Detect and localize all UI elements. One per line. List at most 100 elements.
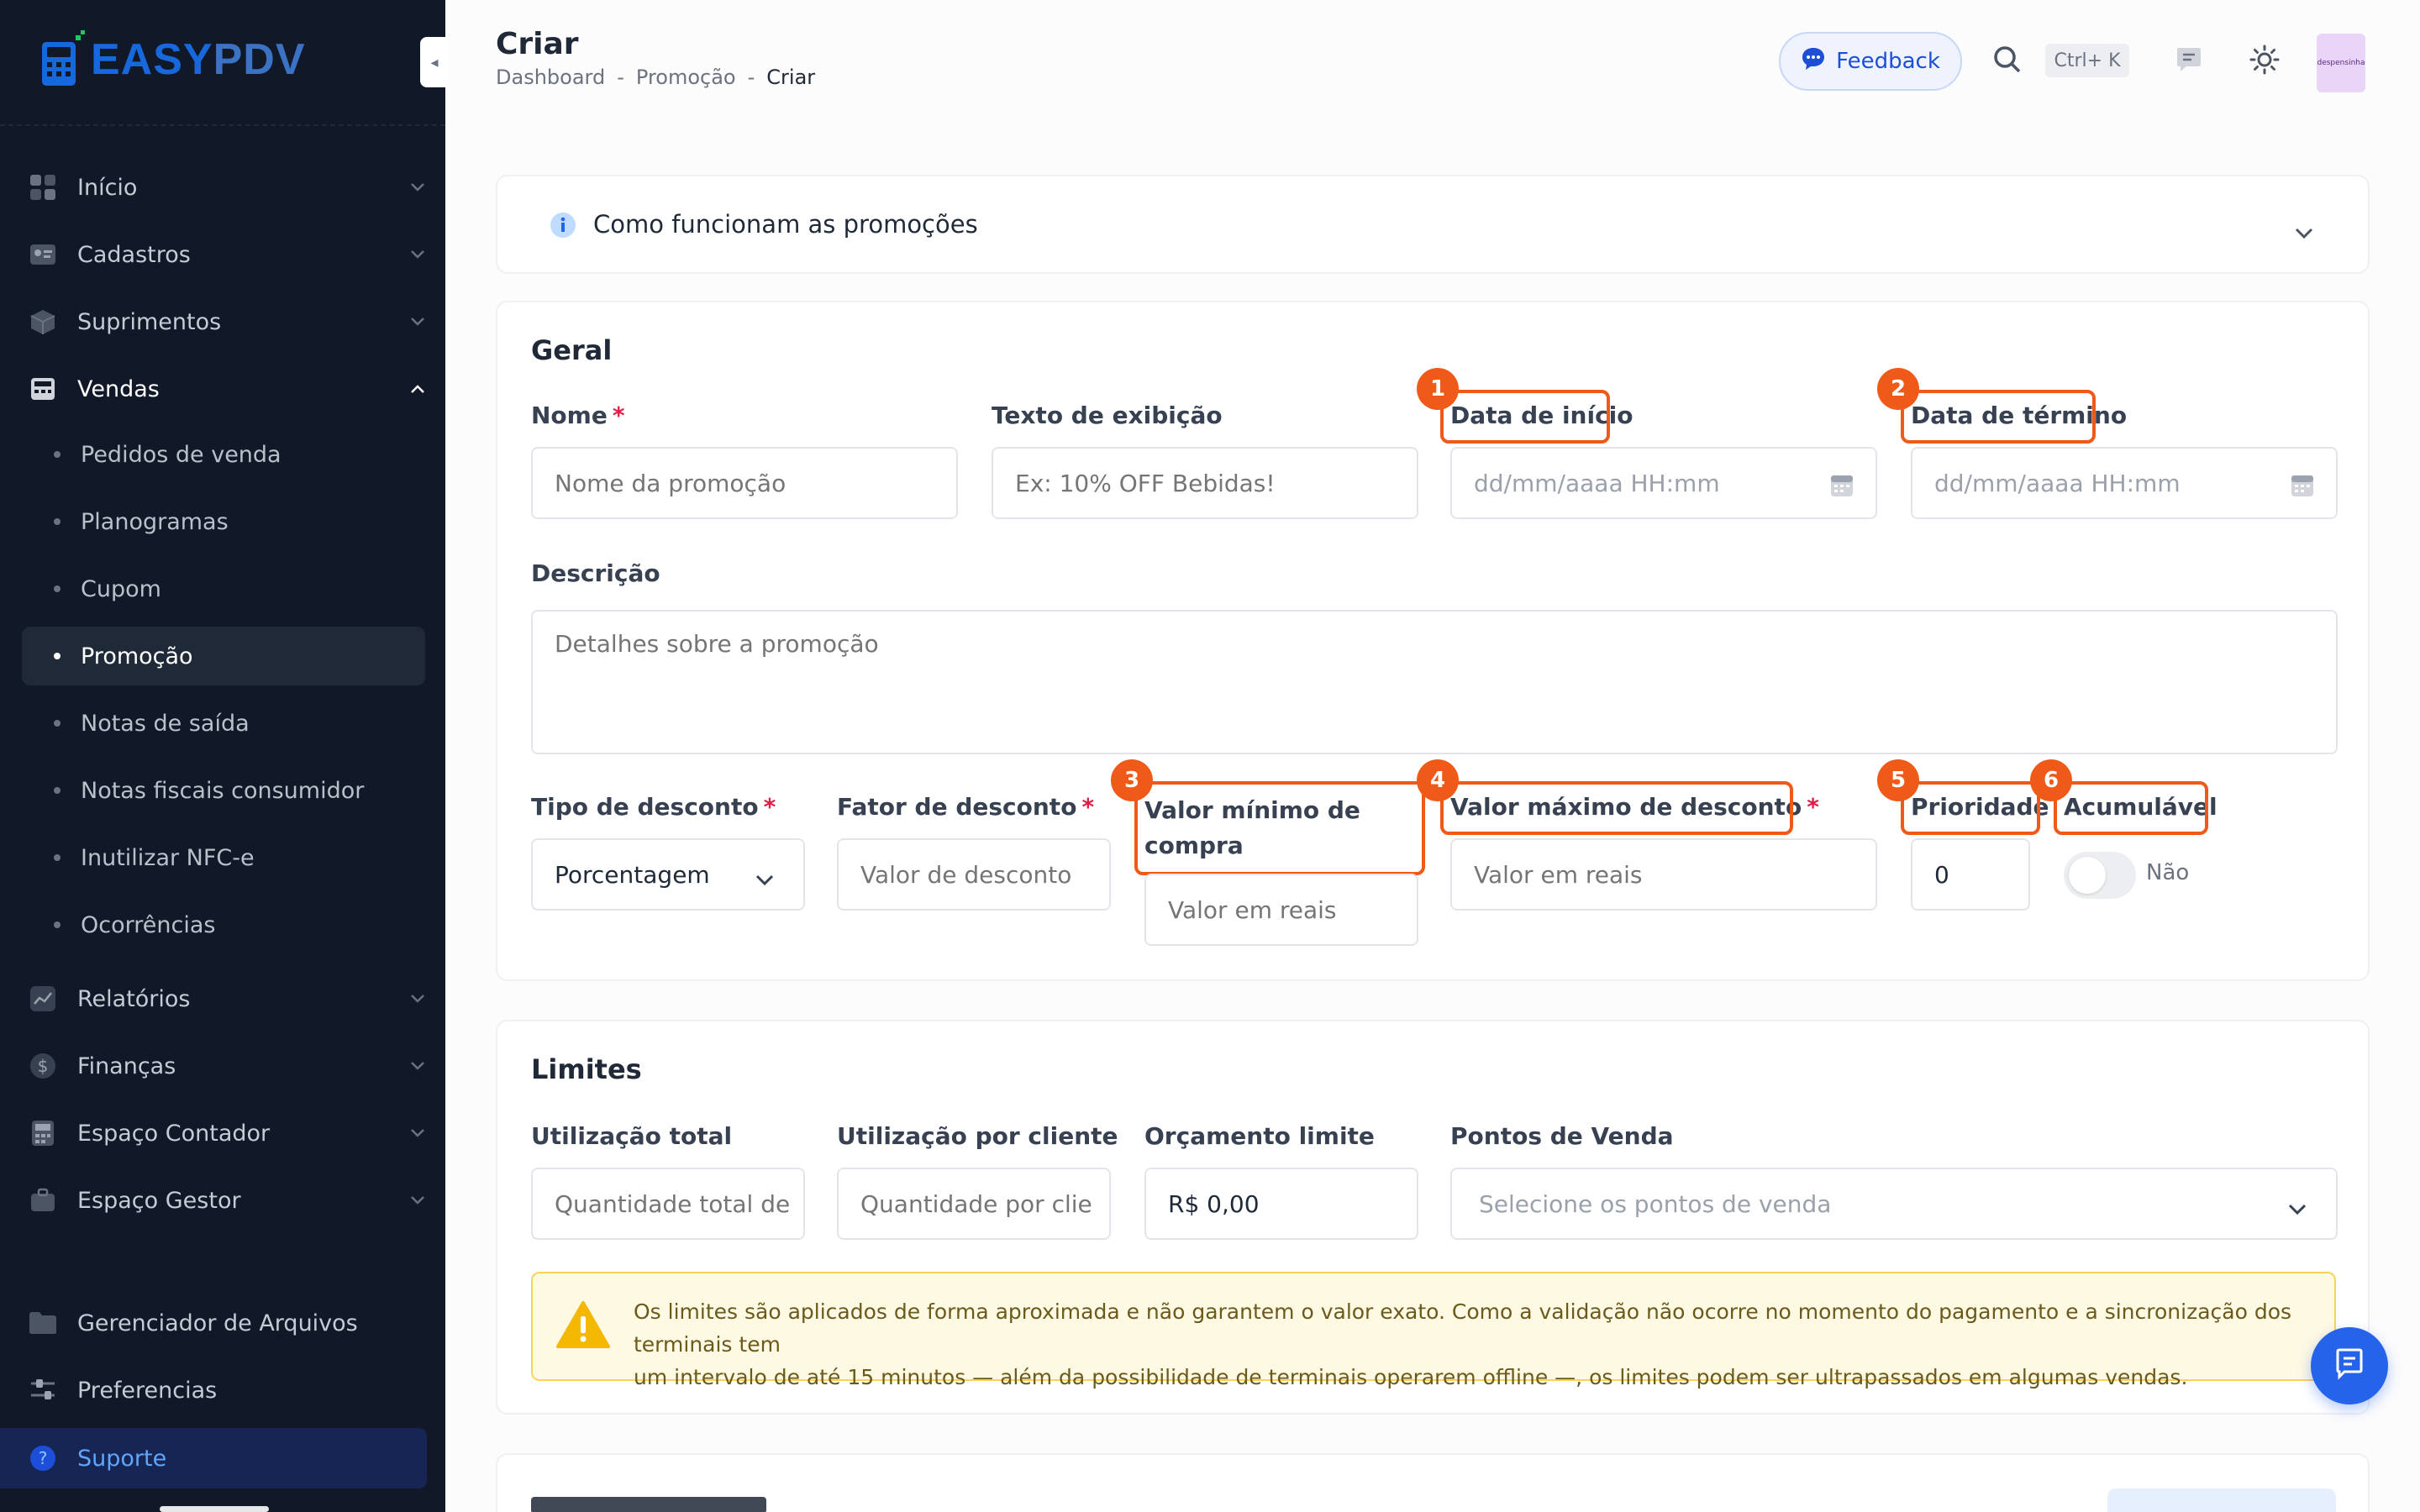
utilizacao-cliente-input[interactable] xyxy=(837,1168,1111,1240)
data-termino-input[interactable]: dd/mm/aaaa HH:mm xyxy=(1911,447,2338,519)
tipo-desconto-label: Tipo de desconto * xyxy=(531,793,776,821)
avatar[interactable]: despensinha xyxy=(2317,34,2365,92)
sidebar-subitem-label: Pedidos de venda xyxy=(81,441,281,468)
sidebar-item-label: Preferencias xyxy=(77,1377,218,1404)
breadcrumb-separator: - xyxy=(747,66,755,89)
annotation-highlight-6 xyxy=(2054,781,2208,835)
sidebar-item-preferencias[interactable]: Preferencias xyxy=(22,1361,425,1420)
chevron-up-icon xyxy=(410,381,425,396)
fator-desconto-label-text: Fator de desconto xyxy=(837,793,1077,821)
brand-easy: EASY xyxy=(91,35,213,84)
info-title: Como funcionam as promoções xyxy=(593,210,978,239)
bullet-icon xyxy=(54,921,60,928)
sliders-icon xyxy=(29,1376,57,1404)
sidebar-item-label: Vendas xyxy=(77,375,160,402)
sidebar-subitem-label: Inutilizar NFC-e xyxy=(81,844,255,871)
sidebar-item-arquivos[interactable]: Gerenciador de Arquivos xyxy=(22,1294,425,1352)
orcamento-limite-input[interactable]: R$ 0,00 xyxy=(1144,1168,1418,1240)
theme-sun-icon[interactable] xyxy=(2245,40,2284,79)
pos-terminal-icon xyxy=(42,30,85,86)
orcamento-limite-label: Orçamento limite xyxy=(1144,1122,1375,1150)
chevron-down-icon xyxy=(410,1058,425,1074)
limites-section: Limites Utilização total Utilização por … xyxy=(496,1020,2370,1415)
chevron-down-icon xyxy=(2287,1194,2307,1222)
section-title: Limites xyxy=(531,1053,642,1085)
sidebar-item-label: Gerenciador de Arquivos xyxy=(77,1310,358,1336)
prioridade-input[interactable]: 0 xyxy=(1911,838,2030,911)
utilizacao-total-input[interactable] xyxy=(531,1168,805,1240)
chevron-down-icon[interactable] xyxy=(2294,218,2314,246)
breadcrumb-promocao[interactable]: Promoção xyxy=(636,66,736,89)
add-item-button[interactable] xyxy=(2107,1488,2336,1512)
chat-icon xyxy=(2333,1347,2366,1386)
pontos-venda-select[interactable]: Selecione os pontos de venda xyxy=(1450,1168,2338,1240)
annotation-highlight-3 xyxy=(1134,781,1425,875)
briefcase-icon xyxy=(29,1186,57,1215)
sidebar-item-suprimentos[interactable]: Suprimentos xyxy=(22,292,425,351)
sidebar-item-relatorios[interactable]: Relatórios xyxy=(22,969,425,1028)
calculator-icon xyxy=(29,1119,57,1147)
calendar-icon[interactable] xyxy=(1830,472,1854,503)
annotation-highlight-2 xyxy=(1901,390,2096,444)
sidebar-item-cadastros[interactable]: Cadastros xyxy=(22,225,425,284)
chevron-down-icon xyxy=(410,1126,425,1141)
sidebar-subitem-ocorrencias[interactable]: Ocorrências xyxy=(22,895,425,954)
sidebar-item-label: Suprimentos xyxy=(77,308,222,335)
search-icon[interactable] xyxy=(1988,40,2027,79)
annotation-badge-2: 2 xyxy=(1877,368,1919,410)
calendar-icon[interactable] xyxy=(2291,472,2314,503)
required-mark: * xyxy=(763,793,776,821)
valor-maximo-input[interactable] xyxy=(1450,838,1877,911)
fator-desconto-input[interactable] xyxy=(837,838,1111,911)
texto-exibicao-input[interactable] xyxy=(992,447,1418,519)
messages-icon[interactable] xyxy=(2170,40,2208,79)
page-title: Criar xyxy=(496,27,579,61)
chat-bubble-icon xyxy=(1801,46,1826,77)
sidebar-subitem-label: Notas de saída xyxy=(81,710,250,737)
box-icon xyxy=(29,307,57,336)
sidebar-subitem-planogramas[interactable]: Planogramas xyxy=(22,492,425,551)
brand-pdv: PDV xyxy=(213,35,306,84)
avatar-text: despensinha xyxy=(2317,59,2365,67)
bullet-icon xyxy=(54,653,60,659)
descricao-textarea[interactable] xyxy=(531,610,2338,754)
geral-section: Geral Nome* Texto de exibição Data de in… xyxy=(496,301,2370,981)
acumulavel-toggle[interactable] xyxy=(2064,852,2136,899)
register-icon xyxy=(29,375,57,403)
sidebar-subitem-label: Planogramas xyxy=(81,508,229,535)
pontos-venda-placeholder: Selecione os pontos de venda xyxy=(1479,1189,1832,1218)
support-chat-button[interactable] xyxy=(2311,1327,2388,1404)
tipo-desconto-label-text: Tipo de desconto xyxy=(531,793,759,821)
brand-logo[interactable]: EASYPDV xyxy=(39,30,306,89)
feedback-button[interactable]: Feedback xyxy=(1779,32,1962,91)
limits-warning-line1: Os limites são aplicados de forma aproxi… xyxy=(634,1299,2292,1357)
breadcrumb-dashboard[interactable]: Dashboard xyxy=(496,66,605,89)
home-grid-icon xyxy=(29,173,57,202)
sidebar-subitem-pedidos[interactable]: Pedidos de venda xyxy=(22,425,425,484)
sidebar-item-espaco-gestor[interactable]: Espaço Gestor xyxy=(22,1171,425,1230)
data-inicio-placeholder: dd/mm/aaaa HH:mm xyxy=(1474,469,1720,497)
collapse-sidebar-button[interactable]: ◂ xyxy=(420,37,449,87)
nome-input[interactable] xyxy=(531,447,958,519)
sidebar-item-label: Finanças xyxy=(77,1053,176,1079)
data-inicio-input[interactable]: dd/mm/aaaa HH:mm xyxy=(1450,447,1877,519)
descricao-label: Descrição xyxy=(531,559,660,587)
sidebar-item-inicio[interactable]: Início xyxy=(22,158,425,217)
sidebar-item-suporte[interactable]: ? Suporte xyxy=(0,1428,427,1488)
annotation-highlight-5 xyxy=(1901,781,2040,835)
tipo-desconto-value: Porcentagem xyxy=(555,860,710,889)
valor-minimo-input[interactable] xyxy=(1144,874,1418,946)
info-accordion[interactable]: Como funcionam as promoções xyxy=(496,175,2370,274)
annotation-badge-3: 3 xyxy=(1111,759,1153,801)
sidebar-item-vendas[interactable]: Vendas xyxy=(22,360,425,418)
tipo-desconto-select[interactable]: Porcentagem xyxy=(531,838,805,911)
sidebar-subitem-nfc[interactable]: Notas fiscais consumidor xyxy=(22,761,425,820)
sidebar-subitem-inutilizar[interactable]: Inutilizar NFC-e xyxy=(22,828,425,887)
chevron-down-icon xyxy=(410,247,425,262)
sidebar-scrollbar[interactable] xyxy=(160,1506,269,1512)
sidebar-subitem-promocao[interactable]: Promoção xyxy=(22,627,425,685)
sidebar-subitem-notas-saida[interactable]: Notas de saída xyxy=(22,694,425,753)
sidebar-item-financas[interactable]: $ Finanças xyxy=(22,1037,425,1095)
sidebar-subitem-cupom[interactable]: Cupom xyxy=(22,559,425,618)
sidebar-item-espaco-contador[interactable]: Espaço Contador xyxy=(22,1104,425,1163)
